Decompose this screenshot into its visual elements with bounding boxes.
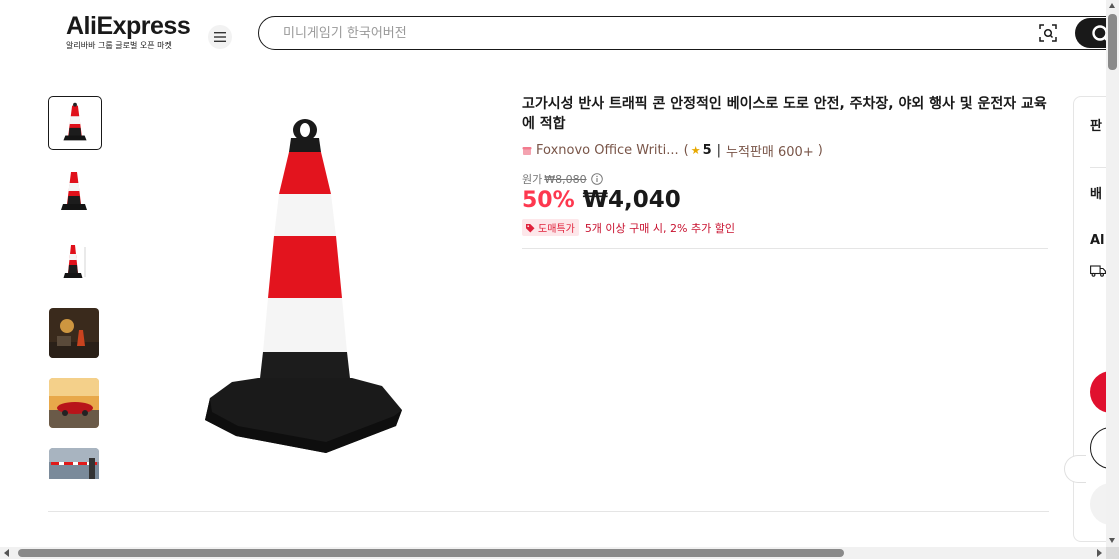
product-title: 고가시성 반사 트래픽 콘 안정적인 베이스로 도로 안전, 주차장, 야외 행…: [522, 96, 1047, 132]
original-price-row: 원가 ₩8,080: [522, 171, 603, 187]
thumbnail-6[interactable]: [49, 448, 99, 479]
horizontal-scroll-thumb[interactable]: [18, 549, 844, 557]
star-icon: ★: [690, 144, 701, 157]
panel-label-choice: Al: [1090, 233, 1105, 248]
paren-close: ): [817, 143, 823, 158]
scroll-right-arrow-icon[interactable]: [1097, 549, 1102, 557]
discount-percent: 50%: [522, 188, 575, 213]
aliexpress-logo[interactable]: AliExpress 알리바바 그룹 글로벌 오픈 마켓: [66, 12, 191, 51]
promo-text: 5개 이상 구매 시, 2% 추가 할인: [584, 221, 735, 235]
tag-icon: [526, 223, 535, 232]
rating-separator: |: [716, 143, 722, 158]
main-product-image[interactable]: [196, 110, 410, 460]
panel-label-shipping: 배: [1090, 187, 1102, 202]
thumbnail-2[interactable]: [49, 167, 99, 217]
thumbnail-list: [48, 96, 102, 479]
search-bar: [258, 16, 1119, 50]
thumbnail-5[interactable]: [49, 378, 99, 428]
rating-value: 5: [702, 143, 712, 158]
price-row: 50% ₩4,040: [522, 187, 681, 213]
original-price: ₩8,080: [544, 172, 587, 186]
store-info: Foxnovo Office Writi... ( ★ 5 | 누적판매 600…: [522, 141, 823, 160]
scroll-left-arrow-icon[interactable]: [4, 549, 9, 557]
info-divider: [522, 248, 1048, 249]
original-price-label: 원가: [522, 173, 543, 186]
panel-label-seller: 판: [1090, 119, 1102, 134]
scroll-down-arrow-icon[interactable]: [1109, 538, 1115, 543]
vertical-scroll-thumb[interactable]: [1108, 14, 1117, 70]
thumbnail-3[interactable]: [49, 237, 99, 287]
wholesale-badge: 도매특가: [522, 219, 579, 236]
store-icon: [522, 146, 532, 155]
truck-icon: [1090, 265, 1106, 277]
scrollbar-corner: [1106, 547, 1119, 559]
paren-open: (: [683, 143, 689, 158]
info-icon[interactable]: [590, 173, 603, 185]
store-name-link[interactable]: Foxnovo Office Writi...: [536, 143, 679, 158]
logo-subtitle: 알리바바 그룹 글로벌 오픈 마켓: [66, 41, 172, 50]
scroll-up-arrow-icon[interactable]: [1109, 3, 1115, 8]
vertical-scrollbar[interactable]: [1106, 0, 1119, 547]
horizontal-scrollbar[interactable]: [0, 547, 1106, 559]
sale-price: ₩4,040: [582, 187, 681, 213]
side-panel-toggle[interactable]: [1064, 455, 1086, 483]
sales-count: 누적판매 600+: [726, 145, 814, 160]
wholesale-badge-label: 도매특가: [538, 224, 575, 235]
search-input[interactable]: [283, 17, 983, 49]
camera-search-icon[interactable]: [1039, 24, 1057, 42]
section-divider: [48, 511, 1049, 512]
thumbnail-4[interactable]: [49, 308, 99, 358]
logo-text: AliExpress: [66, 12, 191, 40]
hamburger-menu-icon[interactable]: [208, 25, 232, 49]
promo-row: 도매특가 5개 이상 구매 시, 2% 추가 할인: [522, 219, 735, 236]
thumbnail-1[interactable]: [48, 96, 102, 150]
